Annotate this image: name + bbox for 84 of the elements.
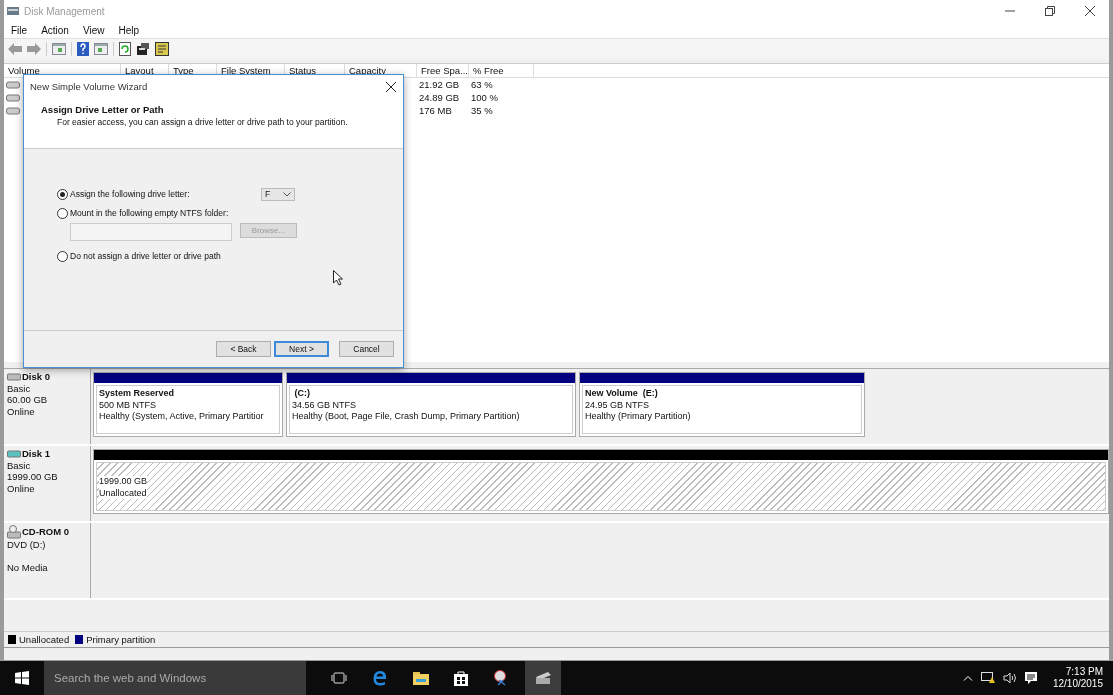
disk-info: DVD (D:): [7, 539, 47, 551]
disk-name: Disk 0: [22, 371, 50, 383]
start-icon[interactable]: [15, 671, 29, 685]
properties-icon[interactable]: [136, 42, 150, 56]
radio-label[interactable]: Mount in the following empty NTFS folder:: [70, 208, 229, 218]
store-icon[interactable]: [454, 670, 468, 686]
checklist-icon[interactable]: [155, 42, 169, 56]
partition-block[interactable]: (C:) 34.56 GB NTFS Healthy (Boot, Page File, Crash Dump, Primary Partition): [289, 385, 573, 434]
disk-name: CD-ROM 0: [22, 526, 69, 538]
wizard-button[interactable]: Next >: [274, 341, 329, 357]
table-cell-text: 35 %: [470, 105, 493, 116]
disk-info: No Media: [7, 561, 49, 573]
radio-button[interactable]: [57, 207, 68, 219]
partition-status: Healthy (Primary Partition): [585, 411, 691, 423]
speaker-icon[interactable]: [1002, 672, 1017, 684]
legend-label: Unallocated: [19, 634, 70, 645]
table-cell-text: 24.89 GB: [418, 92, 461, 103]
radio-button[interactable]: [57, 250, 68, 262]
clock-time[interactable]: 7:13 PM: [1065, 666, 1103, 678]
close-icon[interactable]: [1085, 6, 1095, 16]
disk-info: Online: [7, 482, 36, 494]
wizard-button[interactable]: Cancel: [339, 341, 394, 357]
dialog-subtitle: For easier access, you can assign a drive letter or drive path to your partition.: [57, 117, 349, 127]
table-cell-text: 21.92 GB: [418, 79, 461, 90]
close-icon[interactable]: [386, 81, 396, 92]
wizard-button[interactable]: < Back: [216, 341, 271, 357]
disk-name: Disk 1: [22, 448, 50, 460]
app-icon: [6, 5, 20, 17]
snipping-tool-icon[interactable]: [493, 670, 509, 686]
partition-title: System Reserved: [99, 388, 176, 400]
partition-size: 34.56 GB NTFS: [292, 399, 357, 411]
disk-info: Basic: [7, 459, 32, 471]
console-tree-icon[interactable]: [52, 43, 66, 55]
folder-icon[interactable]: [413, 671, 429, 685]
folder-path-field[interactable]: [70, 223, 232, 241]
partition-status: Healthy (System, Active, Primary Partitior: [99, 411, 264, 423]
taskbar-app-button[interactable]: [525, 661, 561, 695]
table-cell-text: 176 MB: [418, 105, 453, 116]
notification-icon[interactable]: [1024, 672, 1037, 684]
menu-item[interactable]: Action: [41, 24, 69, 36]
drive-letter-dropdown[interactable]: F: [261, 187, 295, 201]
help-icon[interactable]: [77, 42, 89, 56]
menu-item[interactable]: View: [82, 24, 105, 36]
mouse-pointer-icon: [333, 270, 343, 286]
task-view-icon[interactable]: [331, 672, 347, 684]
column-header[interactable]: Free Spa...: [417, 64, 469, 77]
window-title: Disk Management: [24, 5, 106, 17]
partition-status: Healthy (Boot, Page File, Crash Dump, Primary Partition): [292, 411, 520, 423]
legend-label: Primary partition: [86, 634, 156, 645]
table-cell-text: 63 %: [470, 79, 493, 90]
menu-item[interactable]: Help: [118, 24, 139, 36]
network-warning-icon[interactable]: [980, 672, 995, 684]
partition-block[interactable]: System Reserved 500 MB NTFS Healthy (System, Active, Primary Partitior: [96, 385, 280, 434]
partition-size: 500 MB NTFS: [99, 399, 156, 411]
table-cell-text: 100 %: [470, 92, 498, 103]
menu-item[interactable]: File: [11, 24, 28, 36]
radio-label[interactable]: Assign the following drive letter:: [70, 189, 190, 199]
disk-info: Online: [7, 405, 36, 417]
chevron-up-icon[interactable]: [962, 675, 973, 681]
disk-info: 60.00 GB: [7, 394, 49, 406]
search-field[interactable]: Search the web and Windows: [44, 661, 306, 695]
chevron-down-icon: [283, 191, 291, 197]
partition-block[interactable]: New Volume (E:) 24.95 GB NTFS Healthy (Primary Partition): [582, 385, 862, 434]
partition-title: New Volume (E:): [585, 388, 659, 400]
radio-button[interactable]: [57, 188, 68, 200]
browser-icon[interactable]: [372, 670, 388, 686]
disk-info: 1999.00 GB: [7, 471, 59, 483]
clock-date[interactable]: 12/10/2015: [1052, 678, 1103, 690]
back-arrow-icon[interactable]: [8, 43, 22, 55]
forward-arrow-icon[interactable]: [27, 43, 41, 55]
partition-size: 24.95 GB NTFS: [585, 399, 650, 411]
partition-size: 1999.00 GB: [99, 476, 148, 488]
column-header[interactable]: % Free: [469, 64, 534, 77]
dialog-heading: Assign Drive Letter or Path: [41, 104, 165, 115]
dialog-title: New Simple Volume Wizard: [30, 81, 148, 92]
refresh-icon[interactable]: [119, 42, 131, 56]
disk-tool-icon: [534, 671, 552, 685]
partition-title: (C:): [293, 388, 311, 400]
radio-label[interactable]: Do not assign a drive letter or drive path: [70, 251, 221, 261]
partition-block[interactable]: 1999.00 GB Unallocated: [96, 462, 1106, 511]
cd-drive-icon: [7, 525, 21, 539]
disk-info: Basic: [7, 382, 32, 394]
action-pane-icon[interactable]: [94, 43, 108, 55]
restore-icon[interactable]: [1045, 6, 1055, 16]
